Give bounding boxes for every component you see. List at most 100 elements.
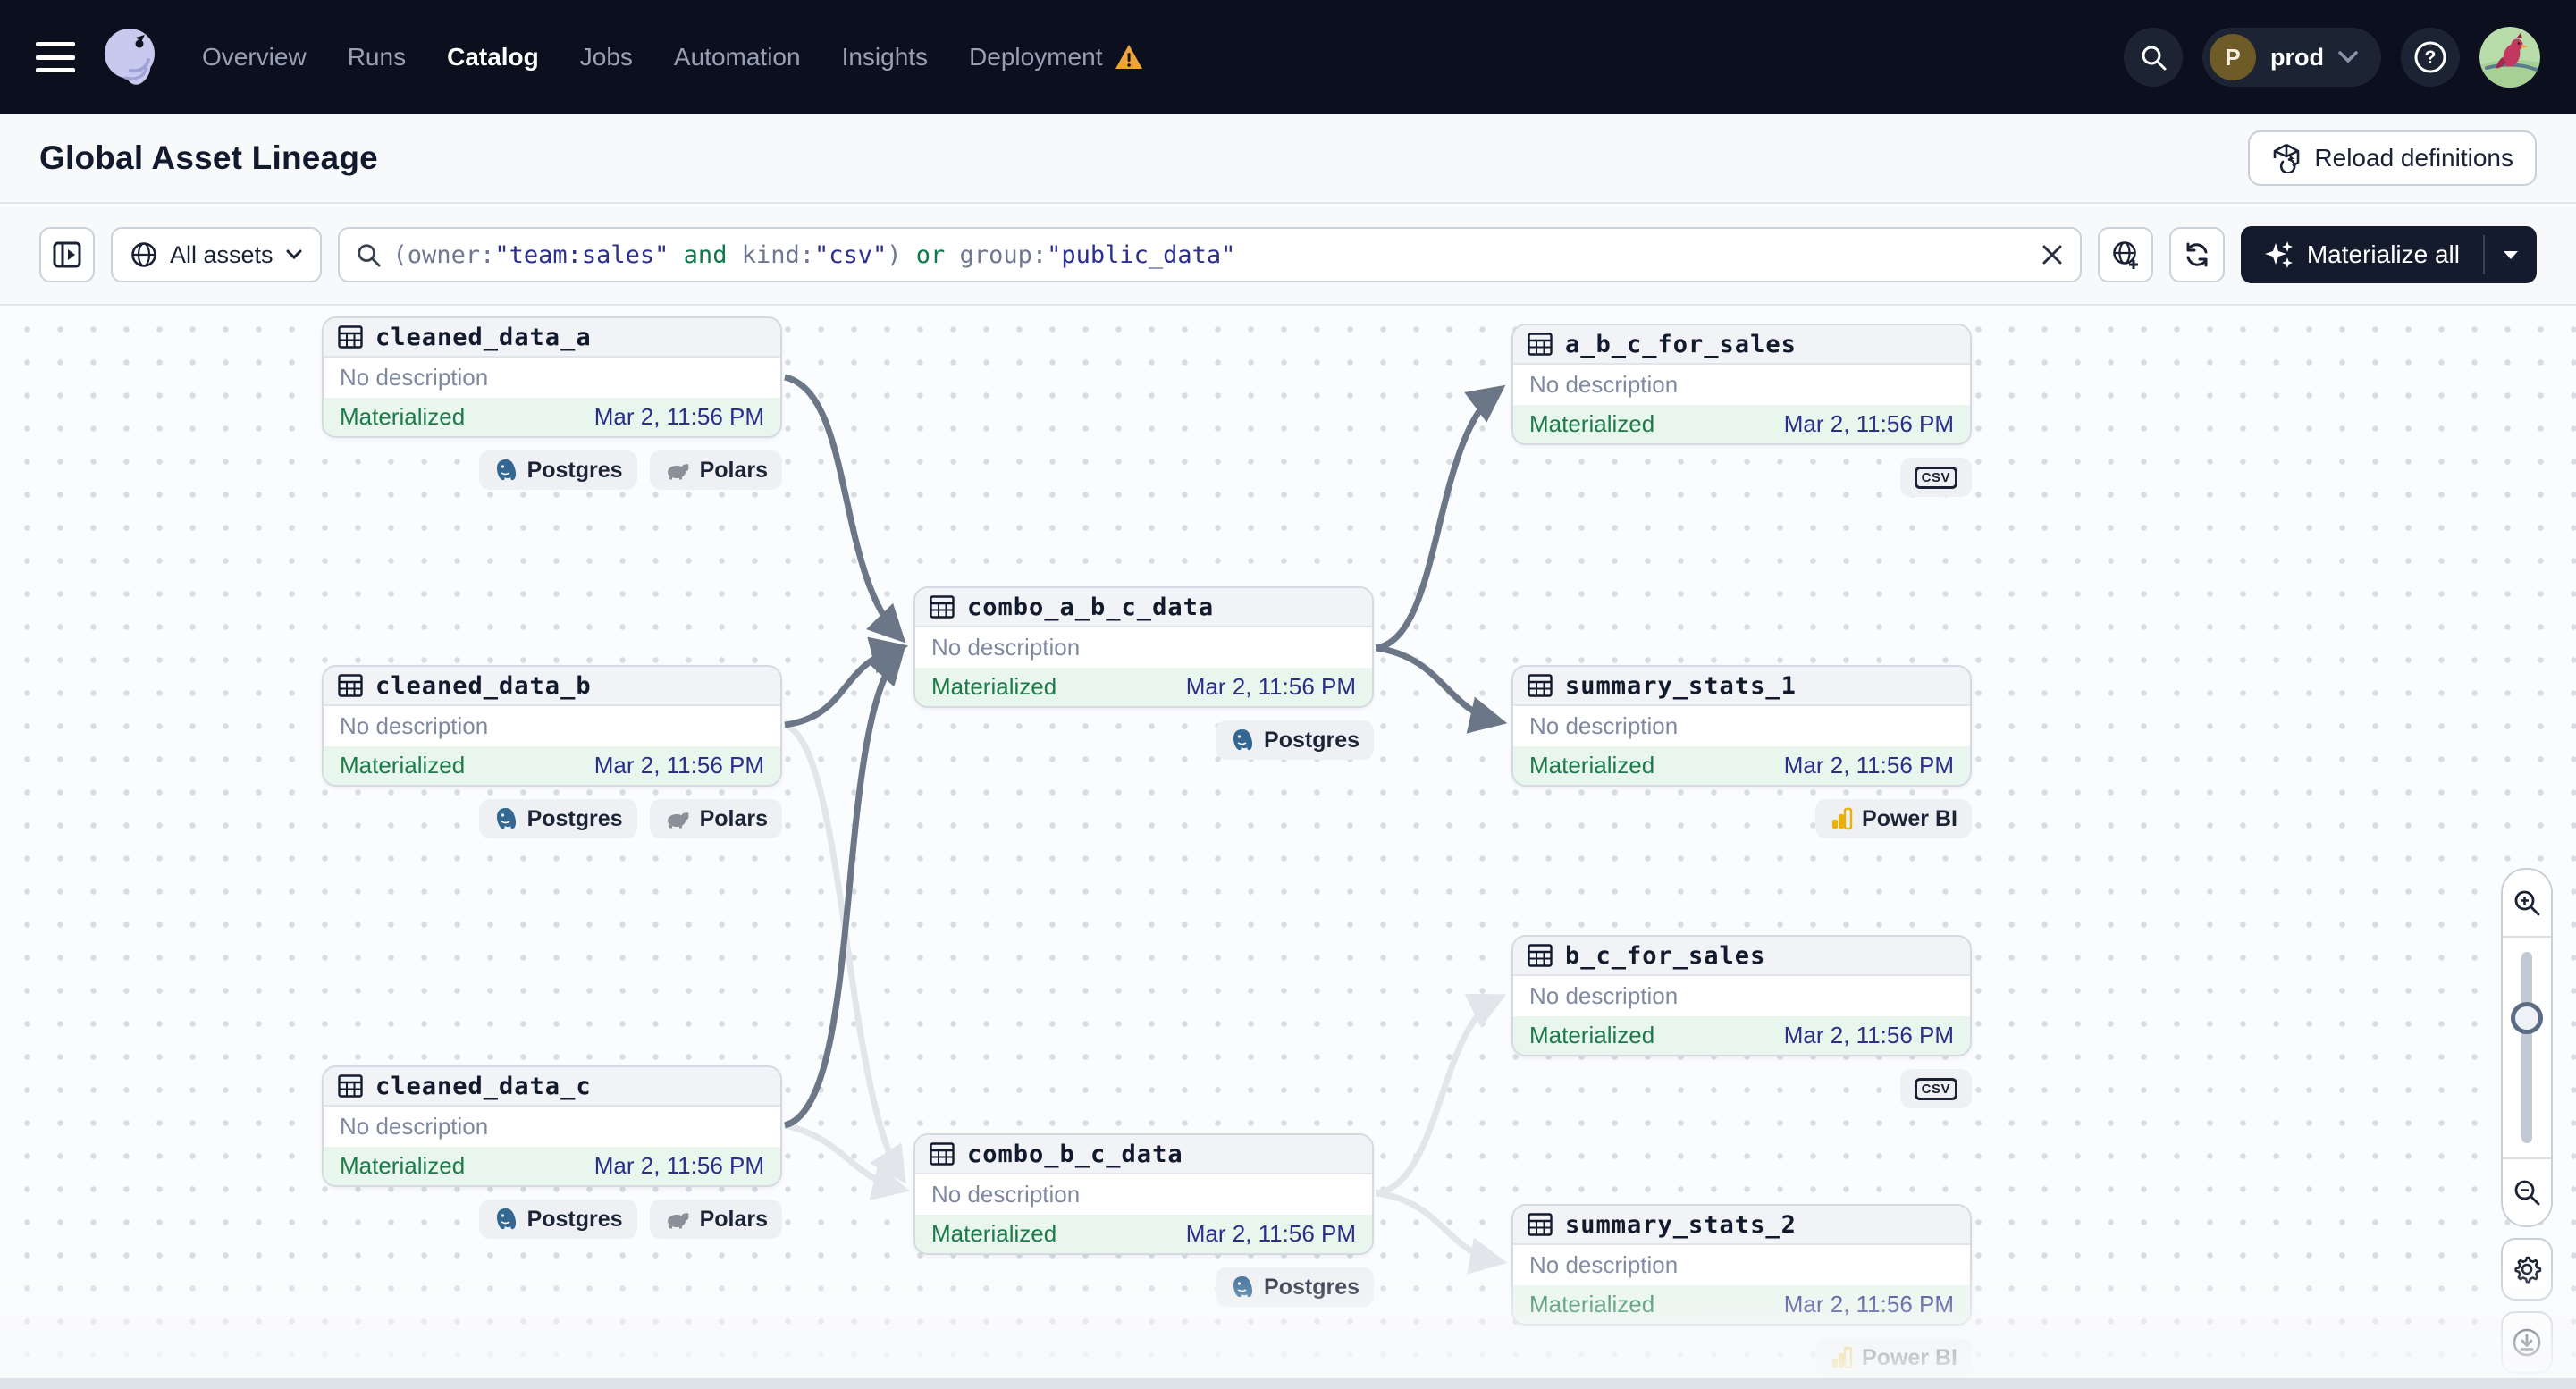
table-icon (930, 595, 955, 619)
status-badge: Materialized (1529, 1022, 1655, 1048)
table-icon (1528, 944, 1553, 967)
table-icon (1528, 333, 1553, 356)
asset-node-header: combo_a_b_c_data (915, 588, 1372, 627)
nav-item-jobs[interactable]: Jobs (580, 43, 633, 72)
nav-item-deployment[interactable]: Deployment (969, 43, 1143, 72)
asset-description: No description (340, 712, 489, 739)
bottom-scroll-strip[interactable] (0, 1378, 2576, 1389)
graph-settings-button[interactable] (2501, 1238, 2553, 1301)
view-global-graph-button[interactable] (2097, 227, 2153, 282)
nav-item-automation[interactable]: Automation (674, 43, 801, 72)
asset-node-combo-b-c-data[interactable]: combo_b_c_data No description Materializ… (913, 1133, 1374, 1255)
postgres-icon (1233, 729, 1253, 751)
tag-csv[interactable]: CSV (1899, 1069, 1972, 1108)
zoom-in-button[interactable] (2503, 870, 2551, 936)
user-avatar[interactable] (2479, 27, 2540, 88)
materialization-time: Mar 2, 11:56 PM (1185, 673, 1356, 700)
tag-powerbi[interactable]: Power BI (1815, 799, 1972, 838)
tag-postgres[interactable]: Postgres (478, 799, 637, 838)
svg-text:?: ? (2425, 47, 2437, 68)
refresh-button[interactable] (2168, 227, 2225, 282)
tag-polars[interactable]: Polars (649, 1200, 782, 1239)
postgres-icon (1233, 1276, 1253, 1298)
nav-item-overview[interactable]: Overview (202, 43, 307, 72)
materialize-options-button[interactable] (2485, 226, 2537, 283)
top-nav: Overview Runs Catalog Jobs Automation In… (0, 0, 2576, 114)
clear-search-icon[interactable] (2041, 243, 2064, 266)
materialization-time: Mar 2, 11:56 PM (1783, 752, 1954, 779)
open-panel-button[interactable] (39, 227, 95, 282)
materialize-all-button[interactable]: Materialize all (2241, 226, 2483, 283)
page-title: Global Asset Lineage (39, 139, 378, 176)
tag-polars[interactable]: Polars (649, 450, 782, 490)
asset-node-summary-stats-1[interactable]: summary_stats_1 No description Materiali… (1511, 665, 1972, 787)
edge-cleaned-data-a-to-combo-a-b-c-data (784, 374, 906, 644)
asset-node-cleaned-data-a[interactable]: cleaned_data_a No description Materializ… (322, 316, 782, 438)
asset-node-header: cleaned_data_a (324, 318, 780, 358)
lineage-canvas[interactable]: cleaned_data_a No description Materializ… (0, 307, 2576, 1378)
asset-status-row: Materialized Mar 2, 11:56 PM (1513, 1285, 1970, 1324)
asset-status-row: Materialized Mar 2, 11:56 PM (324, 746, 780, 785)
status-badge: Materialized (931, 673, 1057, 700)
nav-links: Overview Runs Catalog Jobs Automation In… (202, 43, 1143, 72)
tag-polars[interactable]: Polars (649, 799, 782, 838)
environment-name: prod (2270, 43, 2324, 71)
asset-node-header: cleaned_data_c (324, 1067, 780, 1107)
lineage-toolbar: All assets (owner:"team:sales" and kind:… (0, 206, 2576, 306)
asset-node-b-c-for-sales[interactable]: b_c_for_sales No description Materialize… (1511, 935, 1972, 1056)
asset-tags: Postgres Polars (322, 799, 782, 838)
asset-status-row: Materialized Mar 2, 11:56 PM (324, 398, 780, 436)
asset-name: cleaned_data_a (375, 323, 592, 351)
warning-icon (1115, 45, 1143, 69)
zoom-out-button[interactable] (2503, 1159, 2551, 1225)
asset-node-a-b-c-for-sales[interactable]: a_b_c_for_sales No description Materiali… (1511, 324, 1972, 445)
zoom-slider[interactable] (2503, 936, 2551, 1159)
reload-definitions-button[interactable]: Reload definitions (2248, 130, 2537, 186)
asset-name: summary_stats_1 (1565, 671, 1797, 700)
tag-postgres[interactable]: Postgres (1216, 1267, 1374, 1307)
view-controls (2501, 868, 2553, 1374)
tag-postgres[interactable]: Postgres (1216, 720, 1374, 760)
zoom-slider-thumb[interactable] (2511, 1002, 2543, 1034)
asset-name: summary_stats_2 (1565, 1210, 1797, 1239)
asset-status-row: Materialized Mar 2, 11:56 PM (915, 668, 1372, 706)
search-icon (357, 244, 381, 267)
reload-cube-icon (2274, 143, 2300, 173)
materialization-time: Mar 2, 11:56 PM (1185, 1220, 1356, 1247)
help-icon[interactable]: ? (2401, 28, 2460, 87)
search-icon[interactable] (2124, 28, 2183, 87)
menu-icon[interactable] (36, 42, 75, 72)
asset-node-cleaned-data-b[interactable]: cleaned_data_b No description Materializ… (322, 665, 782, 787)
asset-search-input[interactable]: (owner:"team:sales" and kind:"csv") or g… (337, 227, 2082, 282)
asset-name: combo_b_c_data (967, 1140, 1183, 1168)
asset-node-combo-a-b-c-data[interactable]: combo_a_b_c_data No description Material… (913, 586, 1374, 708)
edge-combo-a-b-c-data-to-a-b-c-for-sales (1376, 384, 1506, 652)
tag-postgres[interactable]: Postgres (478, 1200, 637, 1239)
table-icon (338, 325, 363, 349)
zoom-slider-track[interactable] (2521, 952, 2532, 1143)
tag-powerbi[interactable]: Power BI (1815, 1338, 1972, 1377)
globe-plus-icon (2113, 241, 2138, 269)
nav-item-insights[interactable]: Insights (842, 43, 929, 72)
environment-switcher[interactable]: P prod (2202, 28, 2381, 87)
tag-csv[interactable]: CSV (1899, 458, 1972, 497)
asset-node-summary-stats-2[interactable]: summary_stats_2 No description Materiali… (1511, 1204, 1972, 1326)
dagster-logo-icon[interactable] (98, 24, 164, 90)
nav-item-catalog[interactable]: Catalog (447, 43, 539, 72)
tag-postgres[interactable]: Postgres (478, 450, 637, 490)
asset-tags: CSV (1511, 458, 1972, 497)
asset-description: No description (1529, 371, 1679, 398)
asset-filter-dropdown[interactable]: All assets (111, 227, 322, 282)
nav-item-runs[interactable]: Runs (348, 43, 406, 72)
asset-status-row: Materialized Mar 2, 11:56 PM (324, 1147, 780, 1185)
asset-description: No description (931, 634, 1081, 661)
status-badge: Materialized (931, 1220, 1057, 1247)
postgres-icon (496, 808, 516, 829)
page-header: Global Asset Lineage Reload definitions (0, 114, 2576, 204)
zoom-panel (2501, 868, 2553, 1227)
asset-tags: Postgres (913, 720, 1374, 760)
edge-combo-b-c-data-to-b-c-for-sales (1376, 993, 1507, 1197)
table-icon (1528, 674, 1553, 697)
download-image-button[interactable] (2501, 1311, 2553, 1374)
asset-node-cleaned-data-c[interactable]: cleaned_data_c No description Materializ… (322, 1065, 782, 1187)
